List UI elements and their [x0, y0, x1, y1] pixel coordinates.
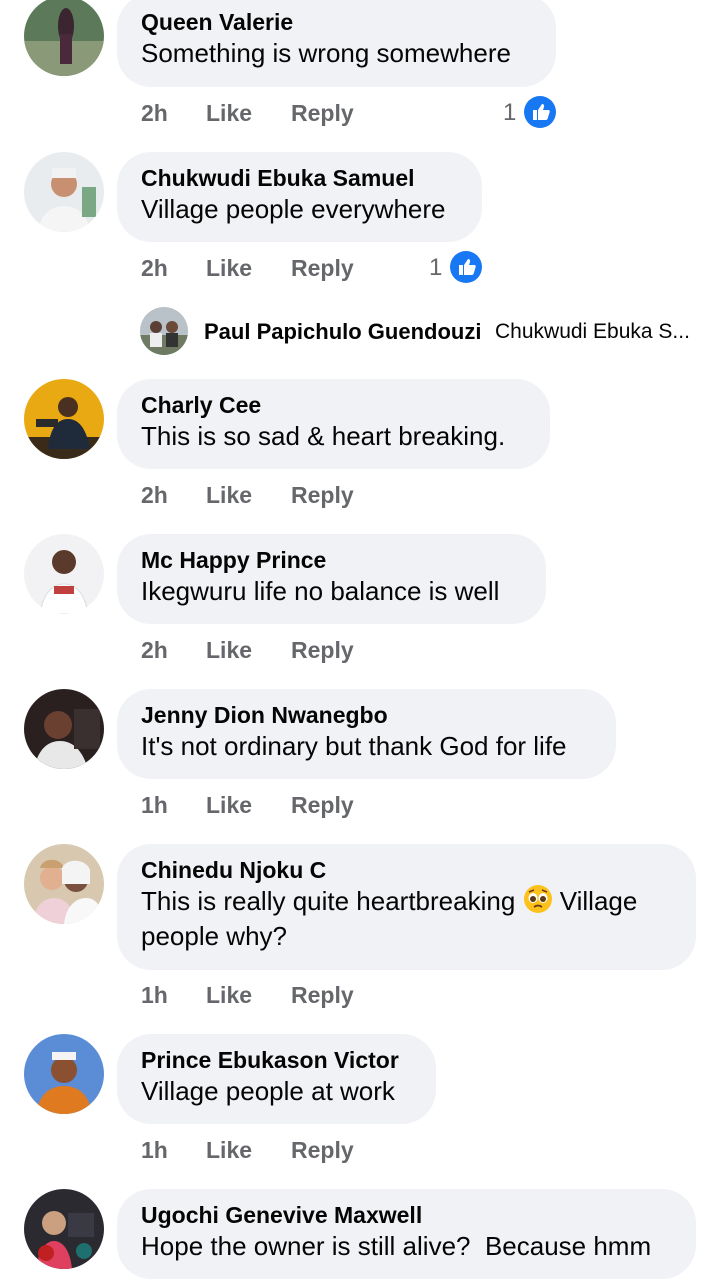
- reply-button[interactable]: Reply: [291, 790, 354, 820]
- commenter-name[interactable]: Queen Valerie: [141, 8, 532, 36]
- reply-button[interactable]: Reply: [291, 1135, 354, 1165]
- timestamp[interactable]: 2h: [141, 253, 168, 283]
- reply-snippet: Chukwudi Ebuka S...: [495, 320, 690, 343]
- commenter-name[interactable]: Jenny Dion Nwanegbo: [141, 701, 592, 729]
- comment-text: Ikegwuru life no balance is well: [141, 576, 500, 606]
- comment-text: Village people at work: [141, 1076, 395, 1106]
- avatar[interactable]: [24, 152, 104, 232]
- comment-bubble[interactable]: Chinedu Njoku C This is really quite hea…: [117, 844, 696, 970]
- commenter-name[interactable]: Prince Ebukason Victor: [141, 1046, 412, 1074]
- timestamp[interactable]: 1h: [141, 790, 168, 820]
- like-button[interactable]: Like: [206, 98, 252, 128]
- avatar[interactable]: [24, 1189, 104, 1269]
- comment-text: Village people everywhere: [141, 194, 446, 224]
- avatar[interactable]: [140, 307, 188, 355]
- reply-button[interactable]: Reply: [291, 98, 354, 128]
- commenter-name[interactable]: Mc Happy Prince: [141, 546, 522, 574]
- comment-text: Hope the owner is still alive? Because h…: [141, 1231, 652, 1261]
- comment-text: This is so sad & heart breaking.: [141, 421, 506, 451]
- commenter-name[interactable]: Chukwudi Ebuka Samuel: [141, 164, 458, 192]
- comment-text-part: people why?: [141, 921, 287, 951]
- comment-text-part: Village: [552, 886, 638, 916]
- like-button[interactable]: Like: [206, 980, 252, 1010]
- comment-bubble[interactable]: Prince Ebukason Victor Village people at…: [117, 1034, 436, 1124]
- like-count[interactable]: 1: [503, 98, 516, 128]
- timestamp[interactable]: 2h: [141, 480, 168, 510]
- comment-text: It's not ordinary but thank God for life: [141, 731, 567, 761]
- comment-text: Something is wrong somewhere: [141, 38, 511, 68]
- reply-button[interactable]: Reply: [291, 253, 354, 283]
- thumbs-up-icon[interactable]: [524, 96, 556, 128]
- avatar[interactable]: [24, 1034, 104, 1114]
- pleading-face-emoji-icon: [523, 885, 552, 913]
- reply-button[interactable]: Reply: [291, 635, 354, 665]
- comment-text-part: This is really quite heartbreaking: [141, 886, 516, 916]
- timestamp[interactable]: 1h: [141, 1135, 168, 1165]
- avatar[interactable]: [24, 844, 104, 924]
- comment-bubble[interactable]: Chukwudi Ebuka Samuel Village people eve…: [117, 152, 482, 242]
- like-count[interactable]: 1: [429, 253, 442, 283]
- reply-button[interactable]: Reply: [291, 980, 354, 1010]
- comment-bubble[interactable]: Jenny Dion Nwanegbo It's not ordinary bu…: [117, 689, 616, 779]
- reply-button[interactable]: Reply: [291, 480, 354, 510]
- avatar[interactable]: [24, 534, 104, 614]
- comment-bubble[interactable]: Queen Valerie Something is wrong somewhe…: [117, 0, 556, 87]
- commenter-name[interactable]: Ugochi Genevive Maxwell: [141, 1201, 672, 1229]
- timestamp[interactable]: 1h: [141, 980, 168, 1010]
- avatar[interactable]: [24, 379, 104, 459]
- like-button[interactable]: Like: [206, 253, 252, 283]
- like-button[interactable]: Like: [206, 480, 252, 510]
- reply-preview[interactable]: Paul Papichulo Guendouzi Chukwudi Ebuka …: [140, 307, 720, 355]
- comment-bubble[interactable]: Ugochi Genevive Maxwell Hope the owner i…: [117, 1189, 696, 1279]
- like-button[interactable]: Like: [206, 635, 252, 665]
- comment-bubble[interactable]: Charly Cee This is so sad & heart breaki…: [117, 379, 550, 469]
- avatar[interactable]: [24, 0, 104, 76]
- comment-text: This is really quite heartbreaking Villa…: [141, 884, 672, 954]
- commenter-name[interactable]: Charly Cee: [141, 391, 526, 419]
- timestamp[interactable]: 2h: [141, 98, 168, 128]
- thumbs-up-icon[interactable]: [450, 251, 482, 283]
- commenter-name[interactable]: Chinedu Njoku C: [141, 856, 672, 884]
- like-button[interactable]: Like: [206, 1135, 252, 1165]
- timestamp[interactable]: 2h: [141, 635, 168, 665]
- avatar[interactable]: [24, 689, 104, 769]
- like-button[interactable]: Like: [206, 790, 252, 820]
- reply-author-name[interactable]: Paul Papichulo Guendouzi: [204, 319, 481, 345]
- comment-bubble[interactable]: Mc Happy Prince Ikegwuru life no balance…: [117, 534, 546, 624]
